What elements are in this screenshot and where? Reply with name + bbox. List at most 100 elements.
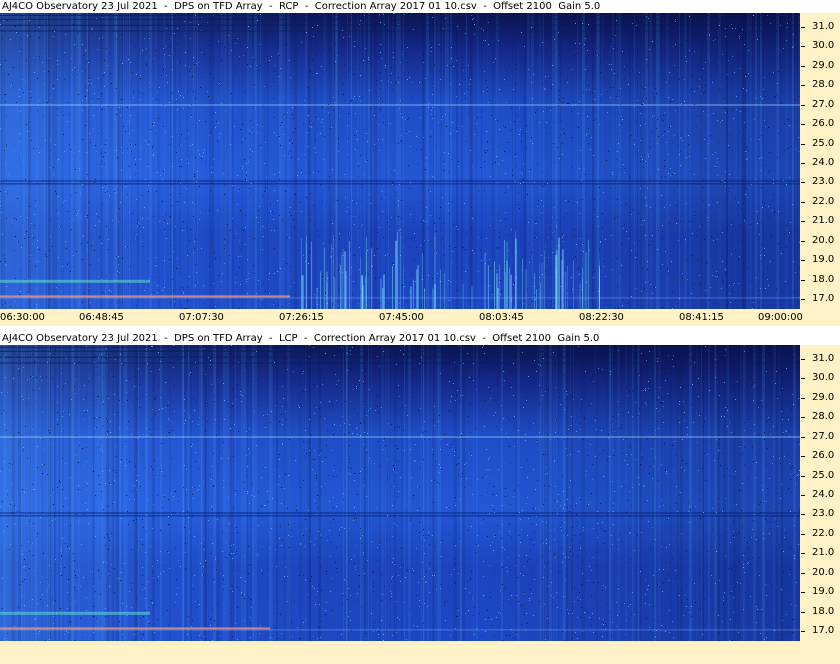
noise-pixel — [280, 145, 281, 146]
noise-pixel — [758, 557, 759, 558]
noise-pixel — [13, 436, 14, 437]
noise-pixel — [599, 187, 600, 188]
noise-pixel — [140, 159, 141, 160]
noise-pixel — [663, 120, 664, 121]
noise-pixel — [76, 514, 77, 515]
noise-pixel — [250, 34, 251, 35]
noise-pixel — [117, 271, 118, 272]
noise-pixel — [622, 51, 623, 52]
noise-pixel — [315, 148, 316, 149]
noise-pixel — [275, 65, 276, 66]
noise-pixel — [504, 549, 505, 550]
noise-pixel — [67, 608, 68, 609]
noise-pixel — [492, 625, 493, 626]
noise-pixel — [603, 619, 604, 620]
noise-pixel — [63, 411, 64, 412]
noise-pixel — [136, 519, 137, 520]
burst-emission — [360, 256, 361, 309]
noise-pixel — [188, 157, 189, 158]
noise-pixel — [358, 163, 359, 164]
noise-pixel — [598, 46, 599, 47]
noise-pixel — [441, 470, 442, 471]
noise-pixel — [469, 260, 470, 261]
noise-pixel — [86, 98, 87, 99]
time-streak — [460, 345, 462, 641]
noise-pixel — [686, 239, 687, 240]
noise-pixel — [764, 77, 765, 78]
noise-pixel — [717, 158, 718, 159]
noise-pixel — [559, 90, 560, 91]
noise-pixel — [4, 638, 5, 639]
noise-pixel — [14, 218, 15, 219]
noise-pixel — [735, 198, 736, 199]
time-streak — [269, 345, 272, 641]
noise-pixel — [704, 239, 705, 240]
noise-pixel — [753, 302, 754, 303]
time-streak — [470, 13, 473, 309]
noise-pixel — [455, 247, 456, 248]
noise-pixel — [550, 110, 551, 111]
noise-pixel — [583, 243, 584, 244]
noise-pixel — [621, 116, 622, 117]
noise-pixel — [322, 119, 323, 120]
noise-pixel — [135, 466, 136, 467]
noise-pixel — [638, 150, 639, 151]
noise-pixel — [7, 494, 8, 495]
noise-pixel — [165, 46, 166, 47]
noise-pixel — [466, 233, 467, 234]
noise-pixel — [442, 197, 443, 198]
noise-pixel — [456, 127, 457, 128]
noise-pixel — [387, 555, 388, 556]
noise-pixel — [234, 126, 235, 127]
noise-pixel — [189, 417, 190, 418]
noise-pixel — [181, 17, 182, 18]
noise-pixel — [667, 593, 668, 594]
noise-pixel — [125, 131, 126, 132]
noise-pixel — [162, 565, 163, 566]
noise-pixel — [577, 522, 578, 523]
time-streak — [602, 13, 603, 309]
noise-pixel — [545, 639, 546, 640]
noise-pixel — [366, 161, 367, 162]
noise-pixel — [95, 356, 96, 357]
noise-pixel — [641, 156, 642, 157]
noise-pixel — [795, 484, 796, 485]
noise-pixel — [731, 224, 732, 225]
noise-pixel — [104, 60, 105, 61]
noise-pixel — [246, 180, 247, 181]
noise-pixel — [676, 223, 677, 224]
noise-pixel — [688, 144, 689, 145]
noise-pixel — [366, 40, 367, 41]
noise-pixel — [678, 145, 679, 146]
noise-pixel — [474, 607, 475, 608]
noise-pixel — [260, 14, 261, 15]
noise-pixel — [164, 495, 165, 496]
noise-pixel — [438, 122, 439, 123]
noise-pixel — [366, 133, 367, 134]
noise-pixel — [90, 264, 91, 265]
noise-pixel — [571, 277, 572, 278]
noise-pixel — [705, 480, 706, 481]
noise-pixel — [745, 592, 746, 593]
noise-pixel — [601, 453, 602, 454]
noise-pixel — [658, 136, 659, 137]
noise-pixel — [80, 618, 81, 619]
noise-pixel — [325, 483, 326, 484]
noise-pixel — [386, 631, 387, 632]
noise-pixel — [780, 498, 781, 499]
noise-pixel — [694, 174, 695, 175]
noise-pixel — [494, 636, 495, 637]
noise-pixel — [591, 570, 592, 571]
noise-pixel — [146, 348, 147, 349]
noise-pixel — [682, 104, 683, 105]
noise-pixel — [471, 571, 472, 572]
noise-pixel — [432, 575, 433, 576]
noise-pixel — [370, 376, 371, 377]
noise-pixel — [664, 373, 665, 374]
noise-pixel — [523, 163, 524, 164]
noise-pixel — [45, 23, 46, 24]
noise-pixel — [674, 135, 675, 136]
noise-pixel — [275, 301, 276, 302]
noise-pixel — [423, 137, 424, 138]
noise-pixel — [613, 87, 614, 88]
